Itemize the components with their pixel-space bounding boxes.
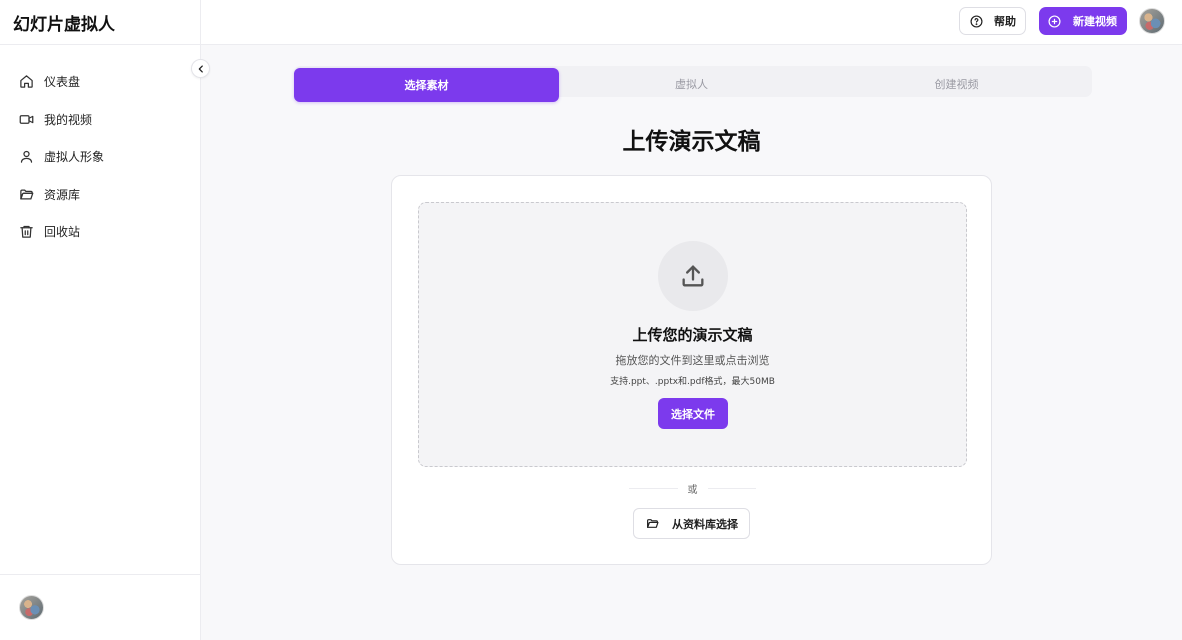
upload-formats: 支持.ppt、.pptx和.pdf格式，最大50MB (610, 377, 775, 387)
divider-line (707, 487, 756, 489)
top-bar (201, 0, 1182, 45)
help-circle-icon (970, 14, 983, 28)
upload-title: 上传您的演示文稿 (632, 326, 753, 344)
sidebar-item-library[interactable]: 资源库 (0, 176, 201, 214)
sidebar-item-dashboard[interactable]: 仪表盘 (0, 63, 201, 101)
tab-create-video[interactable]: 创建视频 (824, 66, 1089, 101)
sidebar-item-trash[interactable]: 回收站 (0, 213, 201, 251)
upload-icon (679, 262, 707, 290)
divider (0, 44, 201, 45)
new-video-label: 新建视频 (1073, 15, 1117, 28)
sidebar-item-label: 资源库 (44, 187, 81, 202)
file-dropzone[interactable]: 上传您的演示文稿 拖放您的文件到这里或点击浏览 支持.ppt、.pptx和.pd… (418, 202, 967, 467)
sidebar-nav: 仪表盘 我的视频 虚拟人形象 资源库 回收站 (0, 63, 201, 251)
trash-icon (19, 224, 34, 239)
select-from-library-button[interactable]: 从资料库选择 (633, 508, 750, 539)
library-label: 从资料库选择 (672, 517, 738, 531)
divider (0, 574, 201, 575)
upload-subtitle: 拖放您的文件到这里或点击浏览 (615, 354, 770, 367)
page-title: 上传演示文稿 (622, 129, 761, 155)
tab-select-material[interactable]: 选择素材 (294, 68, 559, 102)
plus-circle-icon (1048, 14, 1061, 28)
sidebar-item-label: 仪表盘 (44, 75, 81, 90)
upload-icon-circle (658, 241, 728, 311)
upload-card: 上传您的演示文稿 拖放您的文件到这里或点击浏览 支持.ppt、.pptx和.pd… (391, 175, 992, 565)
new-video-button[interactable]: 新建视频 (1039, 7, 1127, 35)
or-divider: 或 (629, 480, 756, 496)
tab-avatar[interactable]: 虚拟人 (559, 66, 824, 101)
help-button[interactable]: 帮助 (959, 7, 1026, 35)
sidebar: 幻灯片虚拟人 仪表盘 我的视频 虚拟人形象 资源库 回收站 (0, 0, 201, 640)
avatar[interactable] (19, 595, 44, 620)
folder-open-icon (646, 517, 659, 530)
chevron-left-icon (196, 64, 206, 74)
choose-file-button[interactable]: 选择文件 (658, 398, 728, 429)
help-label: 帮助 (994, 15, 1016, 28)
app-title: 幻灯片虚拟人 (13, 15, 115, 35)
home-icon (19, 74, 34, 89)
folder-icon (19, 187, 34, 202)
collapse-sidebar-button[interactable] (191, 59, 210, 78)
step-tabs: 选择素材 虚拟人 创建视频 (294, 66, 1092, 102)
or-label: 或 (687, 484, 698, 496)
user-avatar[interactable] (1139, 8, 1165, 34)
divider-line (629, 487, 678, 489)
sidebar-item-label: 回收站 (44, 225, 81, 240)
